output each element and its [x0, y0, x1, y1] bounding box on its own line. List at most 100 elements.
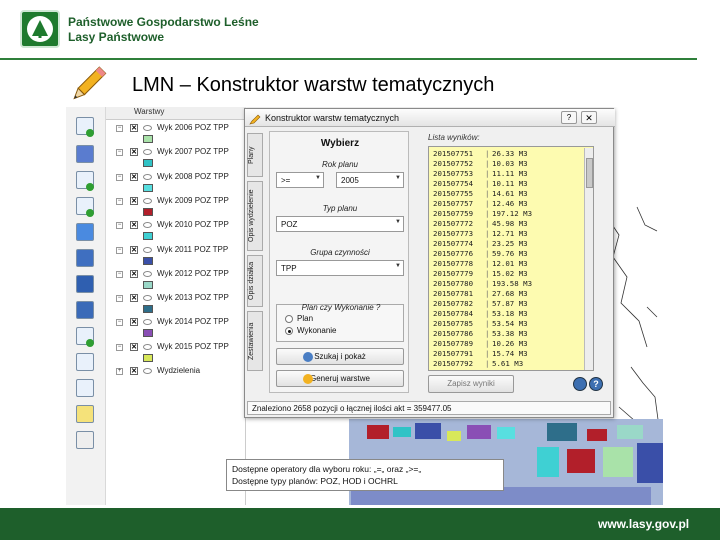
layer-row[interactable]: − ✕ Wyk 2011 POZ TPP: [110, 245, 245, 265]
layer-row[interactable]: − ✕ Wyk 2009 POZ TPP: [110, 196, 245, 216]
result-row[interactable]: 201507754 | 10.11 M3: [431, 179, 581, 188]
visibility-checkbox[interactable]: ✕: [130, 318, 138, 327]
result-row[interactable]: 201507785 | 53.54 M3: [431, 319, 581, 328]
result-separator: |: [485, 229, 490, 238]
search-button[interactable]: Szukaj i pokaż: [276, 348, 404, 365]
visibility-checkbox[interactable]: ✕: [130, 342, 138, 351]
expand-icon[interactable]: −: [116, 343, 123, 351]
result-row[interactable]: 201507779 | 15.02 M3: [431, 269, 581, 278]
results-list[interactable]: 201507751 | 26.33 M3 201507752 | 10.03 M3 2015…: [428, 146, 594, 371]
add-delimited-text-icon[interactable]: [76, 353, 94, 371]
expand-icon[interactable]: −: [116, 222, 123, 230]
visibility-checkbox[interactable]: ✕: [130, 294, 138, 303]
results-scrollbar[interactable]: [584, 148, 593, 370]
layer-type-icon: [143, 368, 152, 374]
layer-row[interactable]: − ✕ Wyk 2006 POZ TPP: [110, 123, 245, 143]
layer-row[interactable]: − ✕ Wyk 2013 POZ TPP: [110, 293, 245, 314]
result-row[interactable]: 201507757 | 12.46 M3: [431, 199, 581, 208]
result-id: 201507791: [433, 349, 474, 358]
result-row[interactable]: 201507776 | 59.76 M3: [431, 249, 581, 258]
result-row[interactable]: 201507774 | 23.25 M3: [431, 239, 581, 248]
layer-row[interactable]: − ✕ Wyk 2015 POZ TPP: [110, 342, 245, 362]
remove-layer-icon[interactable]: [76, 431, 94, 449]
result-id: 201507774: [433, 239, 474, 248]
save-results-button[interactable]: Zapisz wyniki: [428, 375, 514, 393]
result-id: 201507781: [433, 289, 474, 298]
expand-icon[interactable]: −: [116, 197, 123, 205]
result-row[interactable]: 201507792 | 5.61 M3: [431, 359, 581, 368]
help-icon[interactable]: ?: [561, 111, 577, 124]
layer-row[interactable]: − ✕ Wyk 2007 POZ TPP: [110, 147, 245, 168]
visibility-checkbox[interactable]: ✕: [130, 172, 138, 181]
result-volume: 26.33 M3: [492, 149, 528, 158]
visibility-checkbox[interactable]: ✕: [130, 245, 138, 254]
add-mssql-layer-icon[interactable]: [76, 223, 94, 241]
add-raster-layer-icon[interactable]: [76, 145, 94, 163]
expand-icon[interactable]: +: [116, 368, 123, 375]
result-row[interactable]: 201507778 | 12.01 M3: [431, 259, 581, 268]
layer-row[interactable]: − ✕ Wyk 2012 POZ TPP: [110, 269, 245, 289]
tab-plany[interactable]: Plany: [247, 133, 263, 177]
layer-row[interactable]: + ✕ Wydzielenia: [110, 366, 245, 386]
expand-icon[interactable]: −: [116, 270, 123, 278]
visibility-checkbox[interactable]: ✕: [130, 196, 138, 205]
add-wcs-layer-icon[interactable]: [76, 301, 94, 319]
generate-layer-button[interactable]: Generuj warstwe: [276, 370, 404, 387]
result-row[interactable]: 201507753 | 11.11 M3: [431, 169, 581, 178]
layer-row[interactable]: − ✕ Wyk 2014 POZ TPP: [110, 317, 245, 338]
visibility-checkbox[interactable]: ✕: [130, 367, 138, 375]
result-row[interactable]: 201507755 | 14.61 M3: [431, 189, 581, 198]
result-row[interactable]: 201507780 | 193.58 M3: [431, 279, 581, 288]
add-oracle-layer-icon[interactable]: [76, 249, 94, 267]
result-row[interactable]: 201507784 | 53.18 M3: [431, 309, 581, 318]
visibility-checkbox[interactable]: ✕: [130, 269, 138, 278]
result-row[interactable]: 201507751 | 26.33 M3: [431, 149, 581, 158]
visibility-checkbox[interactable]: ✕: [130, 221, 138, 230]
close-icon[interactable]: ✕: [581, 111, 597, 124]
footer-url[interactable]: www.lasy.gov.pl: [598, 517, 689, 531]
tab-opis-dzialka[interactable]: Opis działka: [247, 255, 263, 307]
expand-icon[interactable]: −: [116, 295, 123, 303]
expand-icon[interactable]: −: [116, 246, 123, 254]
new-shapefile-icon[interactable]: [76, 379, 94, 397]
layer-row[interactable]: − ✕ Wyk 2010 POZ TPP: [110, 220, 245, 241]
expand-icon[interactable]: −: [116, 149, 123, 157]
result-row[interactable]: 201507782 | 57.87 M3: [431, 299, 581, 308]
visibility-checkbox[interactable]: ✕: [130, 148, 138, 157]
result-id: 201507789: [433, 339, 474, 348]
plan-radio[interactable]: [285, 315, 293, 323]
result-row[interactable]: 201507781 | 27.68 M3: [431, 289, 581, 298]
result-row[interactable]: 201507752 | 10.03 M3: [431, 159, 581, 168]
layer-color-swatch: [143, 329, 153, 338]
result-row[interactable]: 201507789 | 10.26 M3: [431, 339, 581, 348]
expand-icon[interactable]: −: [116, 319, 123, 327]
plan-or-execution-group: Plan czy Wykonanie ? Plan Wykonanie: [276, 303, 404, 342]
result-id: 201507755: [433, 189, 474, 198]
result-row[interactable]: 201507786 | 53.38 M3: [431, 329, 581, 338]
year-select[interactable]: 2005 ▼: [336, 172, 404, 188]
add-wms-layer-icon[interactable]: [76, 275, 94, 293]
visibility-checkbox[interactable]: ✕: [130, 124, 138, 132]
expand-icon[interactable]: −: [116, 125, 123, 132]
result-separator: |: [485, 239, 490, 248]
plan-type-select[interactable]: POZ ▼: [276, 216, 404, 232]
result-row[interactable]: 201507773 | 12.71 M3: [431, 229, 581, 238]
scrollbar-thumb[interactable]: [586, 158, 593, 188]
execution-radio[interactable]: [285, 327, 293, 335]
tab-zestawienia[interactable]: Zestawienia: [247, 311, 263, 371]
operator-select[interactable]: >= ▼: [276, 172, 324, 188]
result-row[interactable]: 201507759 | 197.12 M3: [431, 209, 581, 218]
result-separator: |: [485, 249, 490, 258]
expand-icon[interactable]: −: [116, 173, 123, 181]
settings-icon[interactable]: [573, 377, 587, 391]
plan-type-value: POZ: [281, 220, 298, 229]
help-icon[interactable]: ?: [589, 377, 603, 391]
activity-group-select[interactable]: TPP ▼: [276, 260, 404, 276]
layer-row[interactable]: − ✕ Wyk 2008 POZ TPP: [110, 172, 245, 192]
plus-icon: [86, 209, 94, 217]
result-row[interactable]: 201507791 | 15.74 M3: [431, 349, 581, 358]
result-separator: |: [485, 199, 490, 208]
result-row[interactable]: 201507772 | 45.98 M3: [431, 219, 581, 228]
new-spatialite-icon[interactable]: [76, 405, 94, 423]
tab-opis-wydzielenie[interactable]: Opis wydzielenie: [247, 181, 263, 251]
